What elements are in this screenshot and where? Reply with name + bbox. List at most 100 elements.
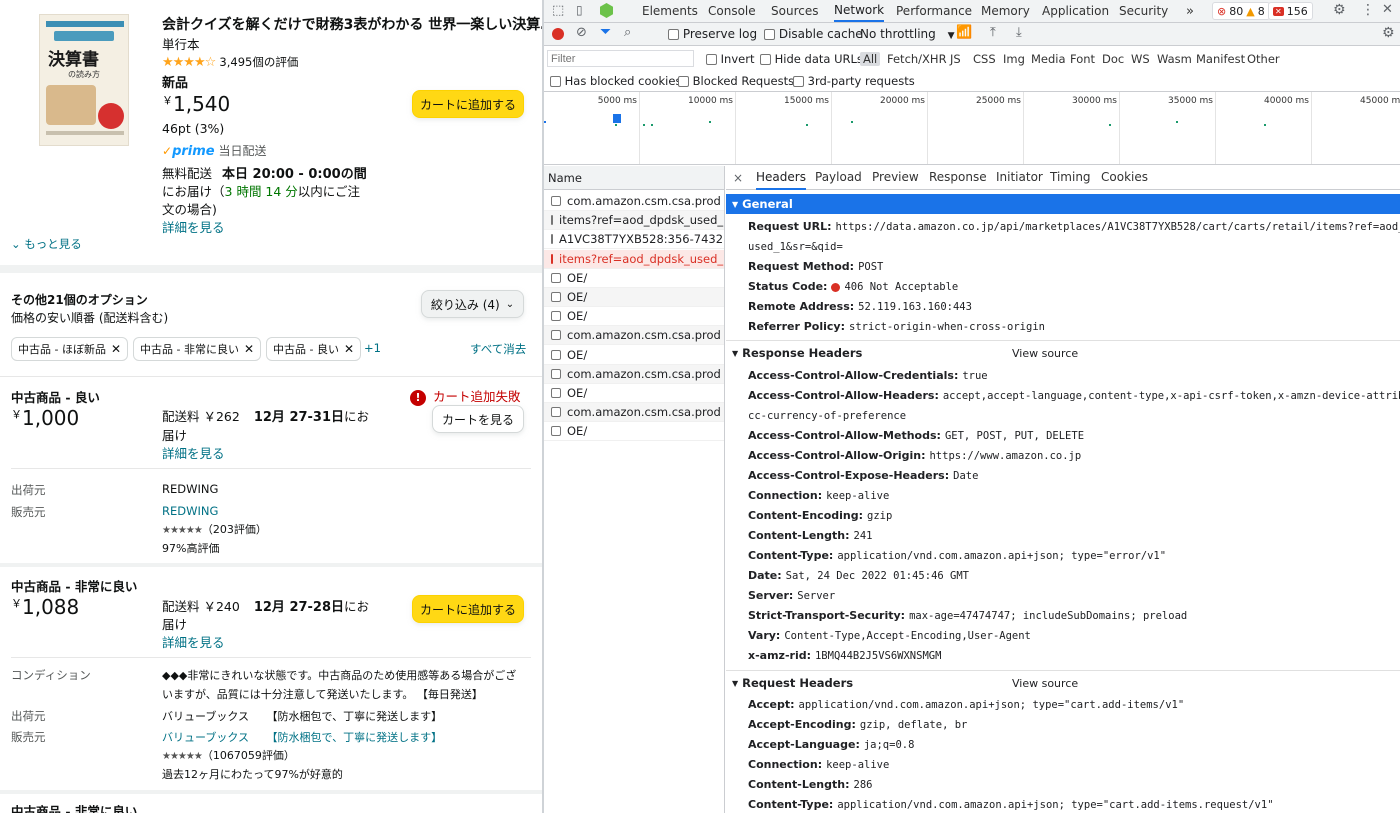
hide-data-urls-checkbox[interactable]: Hide data URLs bbox=[760, 52, 863, 66]
delivery-date: 12月 27-28日 bbox=[253, 600, 345, 615]
tab-preview[interactable]: Preview bbox=[872, 170, 919, 190]
header-value: 241 bbox=[853, 530, 873, 542]
tab-timing[interactable]: Timing bbox=[1050, 170, 1091, 190]
offer-delivery: 配送料 ￥262 12月 27-31日にお bbox=[162, 406, 369, 425]
type-filter-css[interactable]: CSS bbox=[973, 52, 996, 66]
download-icon[interactable]: ⤓ bbox=[1016, 25, 1022, 40]
request-row[interactable]: OE/ bbox=[544, 269, 724, 288]
close-icon[interactable]: ✕ bbox=[344, 342, 354, 356]
gear-icon[interactable]: ⚙ bbox=[1382, 25, 1395, 41]
upload-icon[interactable]: ⤒ bbox=[990, 25, 996, 40]
product-title[interactable]: 会計クイズを解くだけで財務3表がわかる 世界一楽しい決算… bbox=[162, 14, 542, 34]
preserve-log-checkbox[interactable]: Preserve log bbox=[668, 27, 757, 41]
issues-counter[interactable]: ✕ 156 bbox=[1268, 2, 1313, 20]
close-icon[interactable]: ✕ bbox=[1382, 2, 1393, 17]
tab-performance[interactable]: Performance bbox=[896, 0, 972, 22]
type-filter-fetch[interactable]: Fetch/XHR bbox=[887, 52, 947, 66]
tab-application[interactable]: Application bbox=[1042, 0, 1109, 22]
request-row[interactable]: OE/ bbox=[544, 346, 724, 365]
blocked-requests-checkbox[interactable]: Blocked Requests bbox=[678, 74, 794, 88]
filter-input[interactable] bbox=[547, 50, 694, 67]
request-row[interactable]: com.amazon.csm.csa.prod bbox=[544, 364, 724, 384]
type-filter-img[interactable]: Img bbox=[1003, 52, 1025, 66]
status-code-label: Status Code: bbox=[748, 280, 828, 293]
request-row[interactable]: A1VC38T7YXB528:356-7432... bbox=[544, 230, 724, 250]
type-filter-font[interactable]: Font bbox=[1070, 52, 1095, 66]
deliver-text-b: 以内にご注 bbox=[297, 184, 361, 199]
close-icon[interactable]: × bbox=[733, 171, 743, 185]
type-filter-all[interactable]: All bbox=[860, 52, 881, 66]
request-row[interactable]: OE/ bbox=[544, 307, 724, 327]
gear-icon[interactable]: ⚙ bbox=[1333, 2, 1346, 18]
tab-security[interactable]: Security bbox=[1119, 0, 1168, 22]
view-source-button[interactable]: View source bbox=[1012, 347, 1078, 360]
filter-icon[interactable]: ⏷ bbox=[600, 24, 611, 40]
request-row[interactable]: OE/ bbox=[544, 422, 724, 442]
timeline-overview[interactable]: 5000 ms 10000 ms 15000 ms 20000 ms 25000… bbox=[544, 92, 1400, 165]
request-row[interactable]: com.amazon.csm.csa.prod bbox=[544, 192, 724, 211]
filter-chip[interactable]: 中古品 - 非常に良い ✕ bbox=[133, 337, 262, 361]
product-rating[interactable]: ★★★★☆ 3,495個の評価 bbox=[162, 54, 298, 70]
clear-icon[interactable]: ⊘ bbox=[576, 25, 587, 40]
filter-chip[interactable]: 中古品 - 良い ✕ bbox=[266, 337, 362, 361]
disable-cache-checkbox[interactable]: Disable cache bbox=[764, 27, 863, 41]
name-column-header[interactable]: Name bbox=[544, 166, 724, 190]
error-warning-counter[interactable]: ⊗ 80 ▲ 8 bbox=[1212, 2, 1270, 20]
tab-payload[interactable]: Payload bbox=[815, 170, 862, 190]
type-filter-doc[interactable]: Doc bbox=[1102, 52, 1124, 66]
more-chips-link[interactable]: +1 bbox=[364, 341, 381, 355]
add-to-cart-button[interactable]: カートに追加する bbox=[412, 90, 524, 118]
has-blocked-cookies-checkbox[interactable]: Has blocked cookies bbox=[550, 74, 681, 88]
search-icon[interactable]: ⌕ bbox=[624, 25, 631, 40]
type-filter-js[interactable]: JS bbox=[950, 52, 961, 66]
invert-checkbox[interactable]: Invert bbox=[706, 52, 754, 66]
view-source-button[interactable]: View source bbox=[1012, 677, 1078, 690]
request-row[interactable]: OE/ bbox=[544, 288, 724, 307]
tab-initiator[interactable]: Initiator bbox=[996, 170, 1043, 190]
inspect-icon[interactable]: ⬚ bbox=[552, 3, 564, 18]
tab-headers[interactable]: Headers bbox=[756, 170, 806, 190]
tab-memory[interactable]: Memory bbox=[981, 0, 1030, 22]
request-name: com.amazon.csm.csa.prod bbox=[567, 366, 721, 381]
type-filter-ws[interactable]: WS bbox=[1131, 52, 1150, 66]
filter-button[interactable]: 絞り込み (4) ⌄ bbox=[421, 290, 524, 318]
sold-by-link[interactable]: バリューブックス 【防水梱包で、丁寧に発送します】 bbox=[162, 729, 442, 745]
type-filter-manifest[interactable]: Manifest bbox=[1196, 52, 1245, 66]
tab-network[interactable]: Network bbox=[834, 0, 885, 22]
network-conditions-icon[interactable]: 📶 bbox=[956, 25, 972, 40]
filter-chip[interactable]: 中古品 - ほぼ新品 ✕ bbox=[11, 337, 129, 361]
book-cover-image[interactable]: 決算書 の読み方 bbox=[39, 14, 129, 146]
close-icon[interactable]: ✕ bbox=[111, 342, 121, 356]
header-name: Access-Control-Allow-Methods: bbox=[748, 429, 941, 442]
tab-sources[interactable]: Sources bbox=[771, 0, 818, 22]
type-filter-wasm[interactable]: Wasm bbox=[1157, 52, 1192, 66]
close-icon[interactable]: ✕ bbox=[244, 342, 254, 356]
type-filter-other[interactable]: Other bbox=[1247, 52, 1280, 66]
throttling-select[interactable]: No throttling ▼ bbox=[860, 27, 955, 41]
third-party-checkbox[interactable]: 3rd-party requests bbox=[793, 74, 915, 88]
tab-elements[interactable]: Elements bbox=[642, 0, 698, 22]
request-row[interactable]: items?ref=aod_dpdsk_used_... bbox=[544, 249, 724, 269]
tab-cookies[interactable]: Cookies bbox=[1101, 170, 1148, 190]
request-row[interactable]: items?ref=aod_dpdsk_used_... bbox=[544, 211, 724, 231]
request-row[interactable]: OE/ bbox=[544, 384, 724, 403]
clear-all-link[interactable]: すべて消去 bbox=[470, 341, 526, 357]
sold-by-link[interactable]: REDWING bbox=[162, 504, 218, 518]
details-link[interactable]: 詳細を見る bbox=[162, 217, 225, 236]
details-link[interactable]: 詳細を見る bbox=[162, 443, 225, 462]
tab-response[interactable]: Response bbox=[929, 170, 987, 190]
more-tabs-button[interactable]: » bbox=[1186, 0, 1194, 22]
device-toolbar-icon[interactable]: ▯ bbox=[576, 3, 583, 17]
tab-console[interactable]: Console bbox=[708, 0, 756, 22]
type-filter-media[interactable]: Media bbox=[1031, 52, 1066, 66]
record-icon[interactable] bbox=[552, 28, 564, 40]
add-to-cart-button[interactable]: カートに追加する bbox=[412, 595, 524, 623]
request-row[interactable]: com.amazon.csm.csa.prod bbox=[544, 403, 724, 423]
node-icon[interactable] bbox=[600, 3, 613, 18]
details-link[interactable]: 詳細を見る bbox=[162, 632, 225, 651]
request-row[interactable]: com.amazon.csm.csa.prod bbox=[544, 326, 724, 346]
kebab-menu-icon[interactable]: ⋮ bbox=[1361, 2, 1375, 18]
view-cart-button[interactable]: カートを見る bbox=[432, 405, 524, 433]
see-more-link[interactable]: ⌄ もっと見る bbox=[11, 236, 82, 252]
general-section-header[interactable]: ▼ General bbox=[726, 194, 1400, 214]
